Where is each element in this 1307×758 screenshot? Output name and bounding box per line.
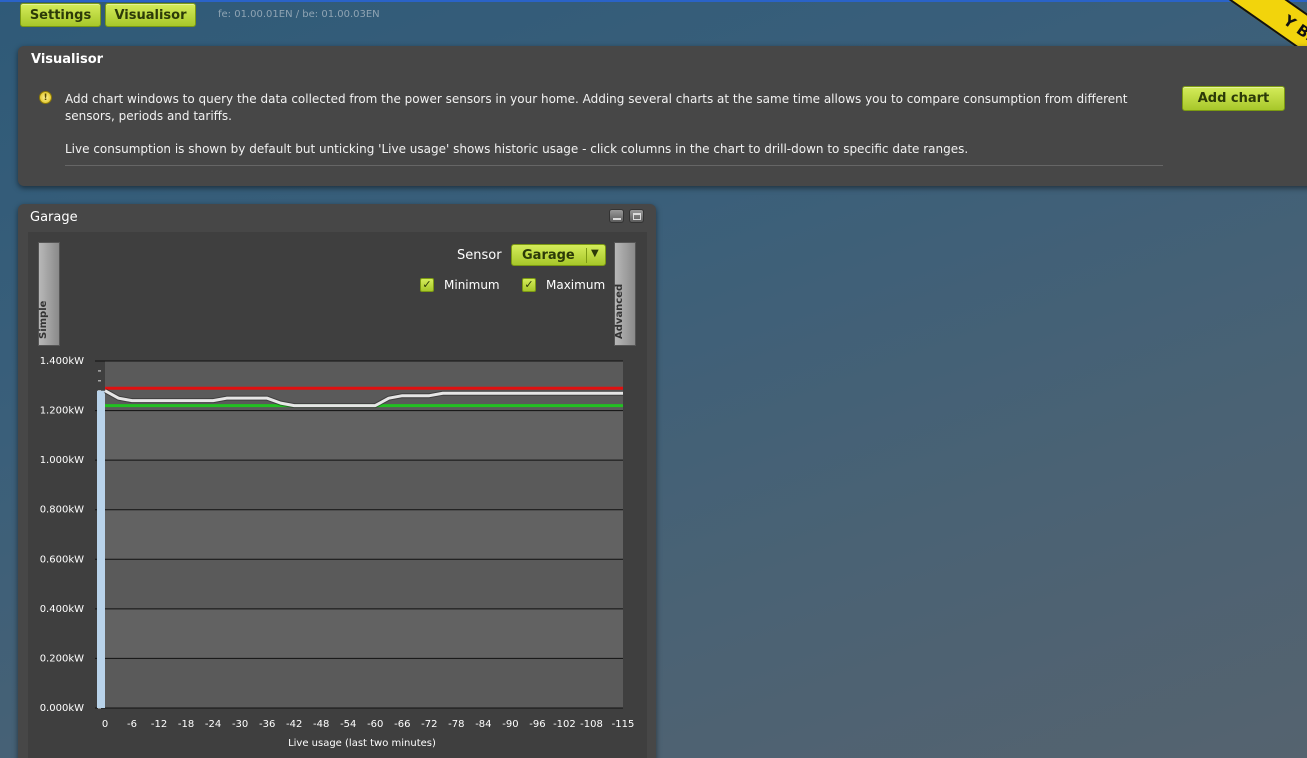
x-tick-label: -6 xyxy=(127,719,137,730)
x-tick-label: -78 xyxy=(448,719,464,730)
x-tick-label: -48 xyxy=(313,719,329,730)
x-tick-label: -84 xyxy=(475,719,491,730)
x-tick-label: -102 xyxy=(553,719,576,730)
x-tick-label: -96 xyxy=(529,719,545,730)
x-tick-label: -90 xyxy=(502,719,518,730)
y-tick-label: 0.200kW xyxy=(40,653,84,664)
x-tick-label: -18 xyxy=(178,719,194,730)
plot-band xyxy=(105,460,623,510)
x-tick-label: -60 xyxy=(367,719,383,730)
plot-band xyxy=(105,410,623,461)
y-tick-label: 0.600kW xyxy=(40,554,84,565)
x-tick-label: -115 xyxy=(612,719,635,730)
live-usage-chart[interactable]: 0.000kW 0.200kW 0.400kW 0.600kW 0.800kW 1.000… xyxy=(0,0,1307,758)
plot-band xyxy=(105,658,623,708)
plot-band xyxy=(105,509,623,560)
y-tick-label: 0.800kW xyxy=(40,505,84,516)
x-tick-label: -12 xyxy=(151,719,167,730)
x-axis-label: Live usage (last two minutes) xyxy=(288,738,436,749)
y-tick-label: 1.200kW xyxy=(40,406,84,417)
plot-band xyxy=(105,559,623,609)
y-tick-label: 0.000kW xyxy=(40,703,84,714)
plot-band xyxy=(105,608,623,659)
x-tick-label: -108 xyxy=(580,719,603,730)
x-tick-label: -24 xyxy=(205,719,221,730)
x-tick-label: 0 xyxy=(102,719,108,730)
x-tick-label: -30 xyxy=(232,719,248,730)
x-tick-label: -66 xyxy=(394,719,410,730)
live-bar xyxy=(97,390,105,708)
y-tick-label: 1.000kW xyxy=(40,455,84,466)
x-tick-label: -72 xyxy=(421,719,437,730)
x-tick-label: -42 xyxy=(286,719,302,730)
y-tick-label: 1.400kW xyxy=(40,356,84,367)
x-tick-label: -54 xyxy=(340,719,356,730)
x-tick-label: -36 xyxy=(259,719,275,730)
y-tick-label: 0.400kW xyxy=(40,604,84,615)
